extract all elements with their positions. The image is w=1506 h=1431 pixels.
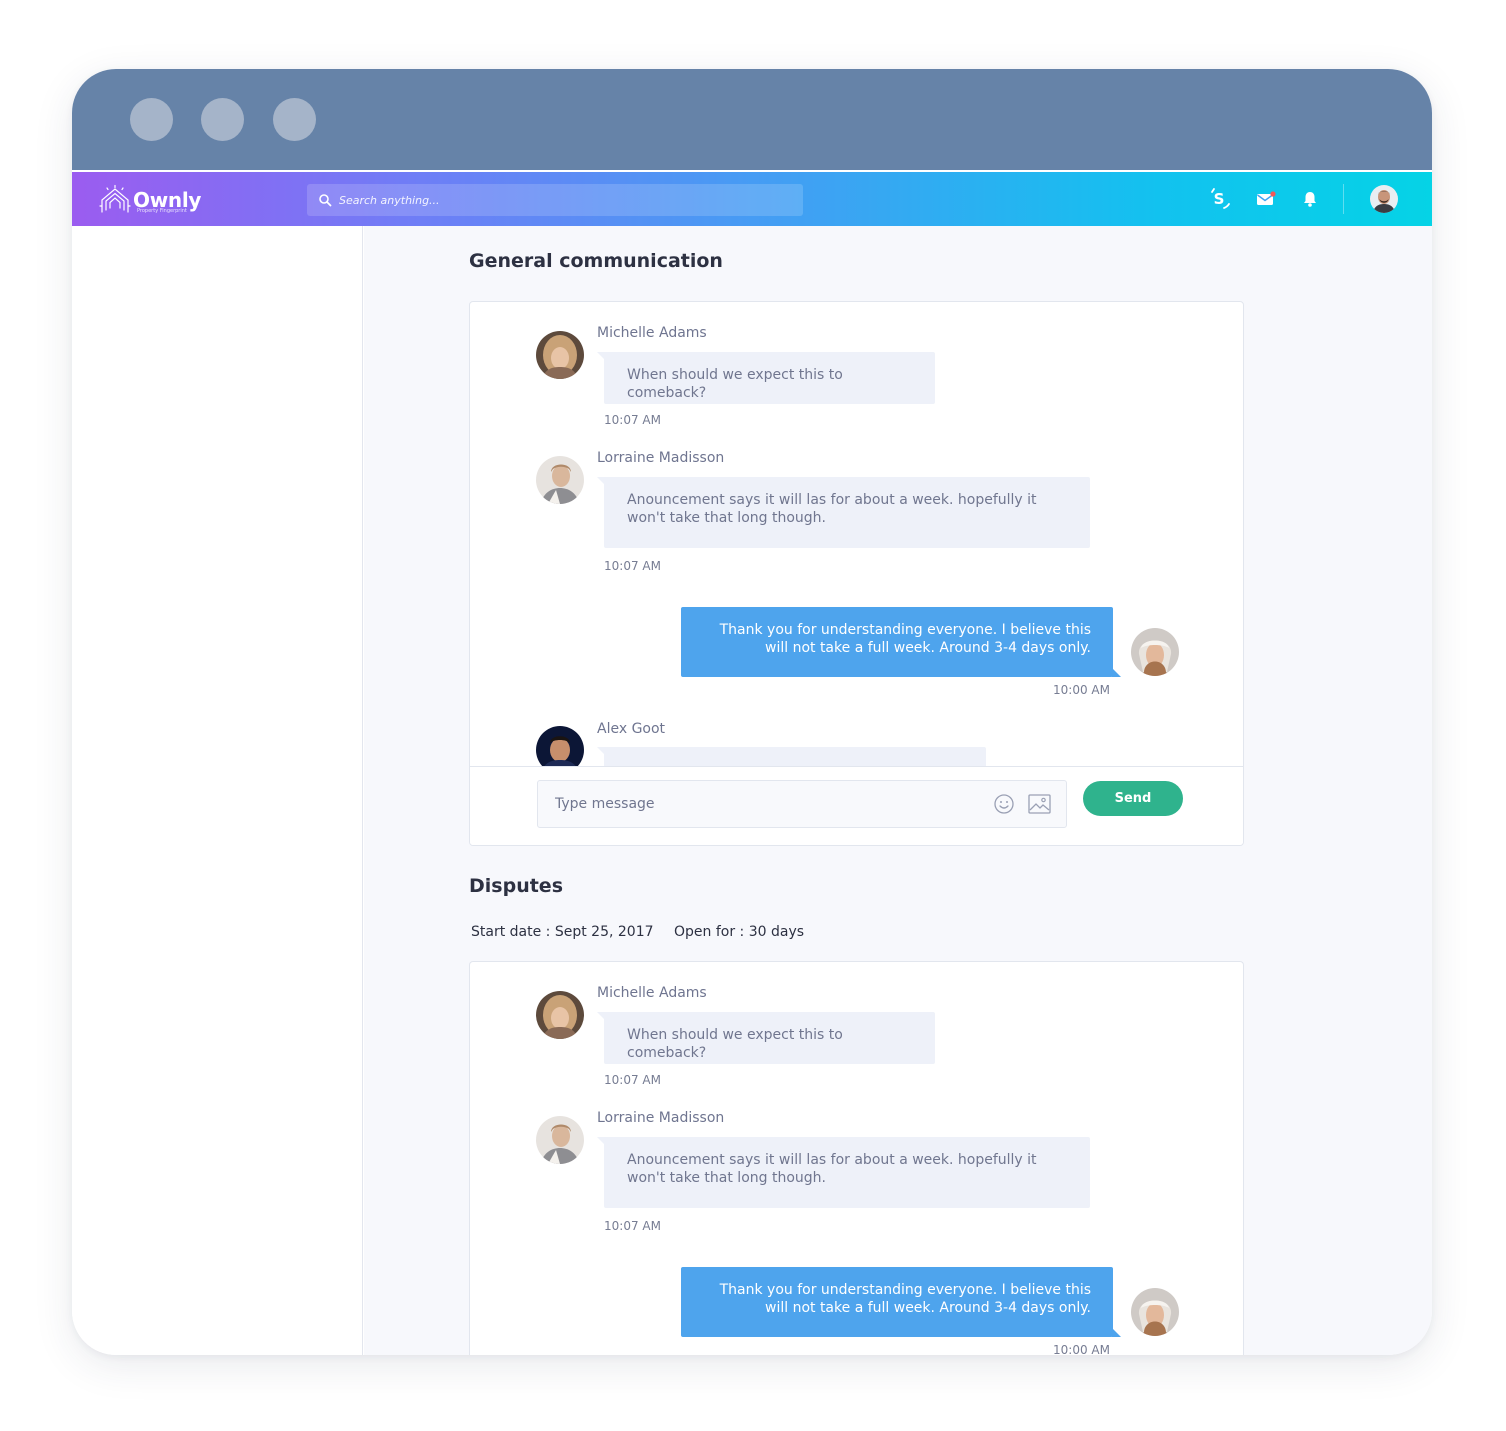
message-time: 10:07 AM bbox=[604, 1219, 661, 1233]
window-titlebar bbox=[72, 69, 1432, 170]
ownly-logo[interactable]: Ownly Property Fingerprint bbox=[98, 184, 201, 216]
browser-window: Ownly Property Fingerprint Search anythi… bbox=[72, 69, 1432, 1355]
logo-tagline: Property Fingerprint bbox=[137, 208, 187, 214]
main-content: General communication Michelle Adams Whe… bbox=[364, 226, 1432, 1355]
avatar-lorraine-madisson bbox=[536, 456, 584, 504]
avatar-current-user bbox=[1131, 1288, 1179, 1336]
dispute-start-date: Start date : Sept 25, 2017 bbox=[471, 924, 654, 940]
bell-icon[interactable] bbox=[1297, 186, 1323, 212]
svg-text:S: S bbox=[1214, 190, 1225, 208]
header-divider bbox=[1343, 184, 1344, 214]
message-bubble: When should we expect this to comeback? bbox=[597, 1012, 935, 1064]
avatar-alex-goot bbox=[536, 726, 584, 766]
window-close-dot[interactable] bbox=[130, 98, 173, 141]
sidebar bbox=[72, 226, 363, 1355]
mail-icon[interactable] bbox=[1253, 186, 1279, 212]
send-button[interactable]: Send bbox=[1083, 781, 1183, 816]
disputes-title: Disputes bbox=[469, 875, 563, 897]
search-bar[interactable] bbox=[307, 184, 803, 216]
window-minimize-dot[interactable] bbox=[201, 98, 244, 141]
message-bubble-own: Thank you for understanding everyone. I … bbox=[681, 607, 1121, 677]
image-attach-icon[interactable] bbox=[1028, 794, 1051, 814]
message-sender: Alex Goot bbox=[597, 721, 666, 737]
message-sender: Lorraine Madisson bbox=[597, 1110, 725, 1126]
dispute-open-for: Open for : 30 days bbox=[674, 924, 805, 940]
avatar-lorraine-madisson bbox=[536, 1116, 584, 1164]
avatar-michelle-adams bbox=[536, 331, 584, 379]
avatar-current-user bbox=[1131, 628, 1179, 676]
logo-house-icon bbox=[99, 184, 131, 213]
message-bubble: Anouncement says it will las for about a… bbox=[597, 477, 1090, 548]
message-time: 10:07 AM bbox=[604, 559, 661, 573]
search-input[interactable] bbox=[339, 184, 789, 216]
emoji-icon[interactable] bbox=[993, 793, 1015, 815]
message-bubble: When should we expect this to comeback? bbox=[597, 352, 935, 404]
message-sender: Michelle Adams bbox=[597, 985, 707, 1001]
user-avatar[interactable] bbox=[1370, 185, 1398, 213]
message-bubble: Anouncement says it will las for about a… bbox=[597, 1137, 1090, 1208]
disputes-message-list[interactable]: Michelle Adams When should we expect thi… bbox=[470, 962, 1243, 1355]
message-bubble bbox=[597, 747, 986, 766]
general-chat-card: Michelle Adams When should we expect thi… bbox=[469, 301, 1244, 846]
general-message-list[interactable]: Michelle Adams When should we expect thi… bbox=[470, 302, 1243, 766]
message-time: 10:07 AM bbox=[604, 413, 661, 427]
window-maximize-dot[interactable] bbox=[273, 98, 316, 141]
message-input-field[interactable] bbox=[537, 780, 1067, 828]
message-sender: Michelle Adams bbox=[597, 325, 707, 341]
message-sender: Lorraine Madisson bbox=[597, 450, 725, 466]
disputes-chat-card: Michelle Adams When should we expect thi… bbox=[469, 961, 1244, 1355]
avatar-michelle-adams bbox=[536, 991, 584, 1039]
general-communication-title: General communication bbox=[469, 250, 723, 272]
sharesale-logo-icon[interactable]: S bbox=[1206, 186, 1232, 212]
message-time: 10:00 AM bbox=[1053, 683, 1110, 697]
message-composer: Send bbox=[470, 766, 1243, 845]
message-input[interactable] bbox=[555, 781, 975, 827]
message-bubble-own: Thank you for understanding everyone. I … bbox=[681, 1267, 1121, 1337]
message-time: 10:07 AM bbox=[604, 1073, 661, 1087]
app-header: Ownly Property Fingerprint S bbox=[72, 172, 1432, 226]
search-icon bbox=[319, 194, 332, 207]
message-time: 10:00 AM bbox=[1053, 1343, 1110, 1355]
